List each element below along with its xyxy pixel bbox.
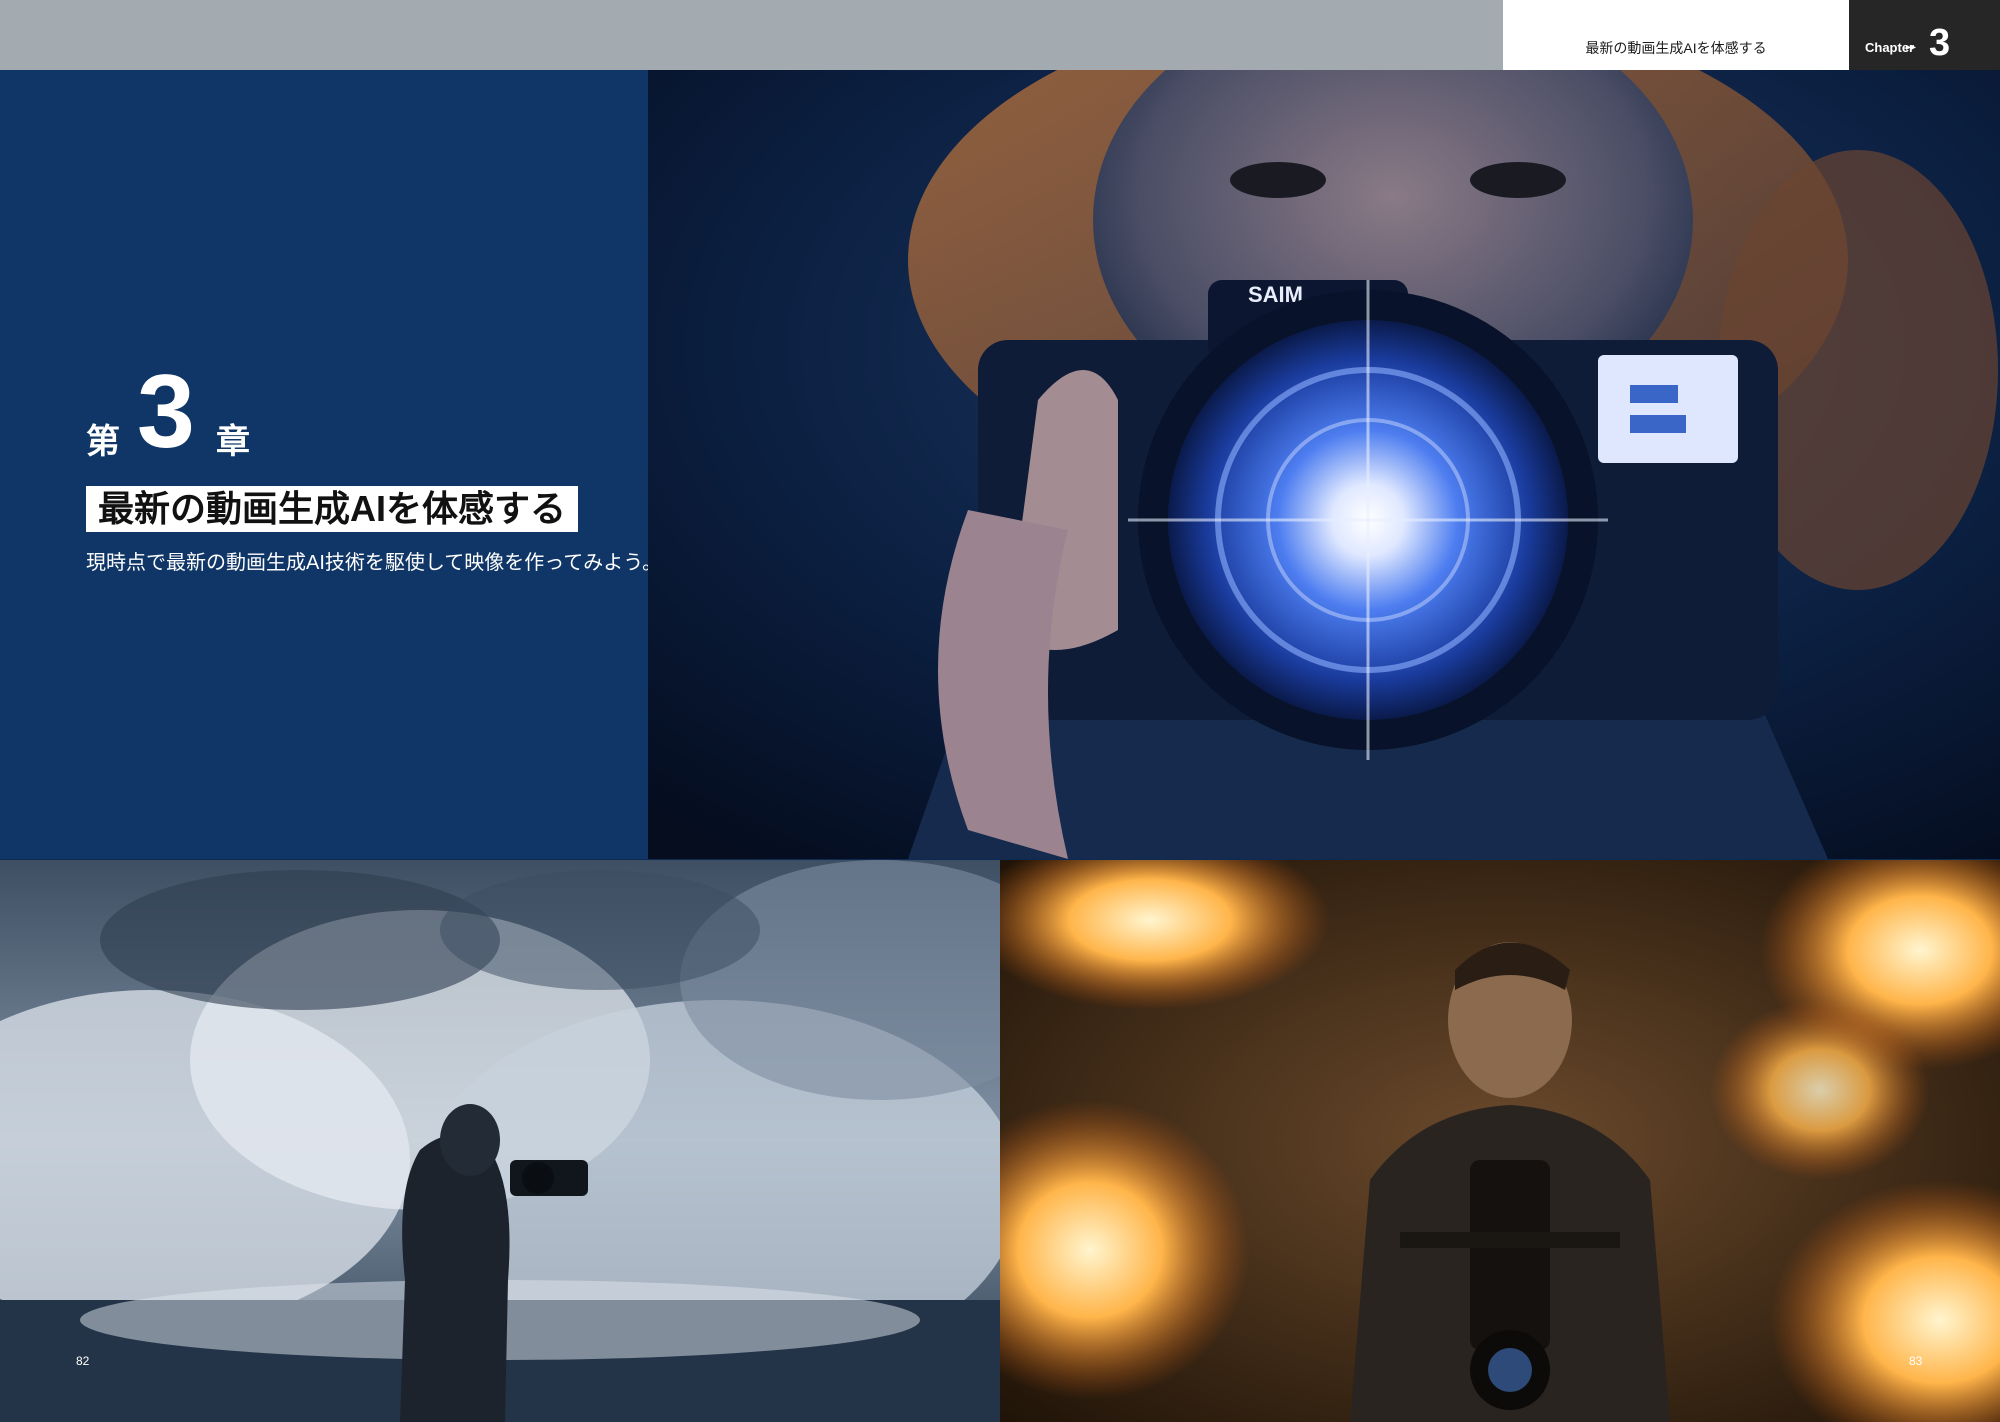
running-title: 最新の動画生成AIを体感する (1585, 40, 1767, 56)
hero-photo: SAIM (648, 70, 2000, 859)
chapter-tab (1849, 0, 2000, 70)
page-number-right: 83 (1909, 1354, 1923, 1368)
chapter-panel (0, 70, 648, 859)
wave-photo-art (0, 860, 1000, 1422)
wave-photo (0, 860, 1000, 1422)
hero-photo-art: SAIM (648, 70, 2000, 859)
chapter-suffix: 章 (216, 423, 250, 461)
chapter-number: 3 (137, 354, 195, 470)
page-number-left: 82 (76, 1354, 90, 1368)
fire-photo (1000, 860, 2000, 1422)
running-header (1503, 0, 1849, 70)
chapter-title: 最新の動画生成AIを体感する (98, 488, 567, 529)
double-arrow-icon: ▸▸ (1906, 42, 1917, 53)
chapter-subtitle: 現時点で最新の動画生成AI技術を駆使して映像を作ってみよう。 (86, 552, 663, 574)
chapter-tab-number: 3 (1929, 22, 1951, 64)
fire-photo-art (1000, 860, 2000, 1422)
chapter-prefix: 第 (86, 423, 120, 461)
chapter-title-box: 最新の動画生成AIを体感する (86, 486, 579, 532)
